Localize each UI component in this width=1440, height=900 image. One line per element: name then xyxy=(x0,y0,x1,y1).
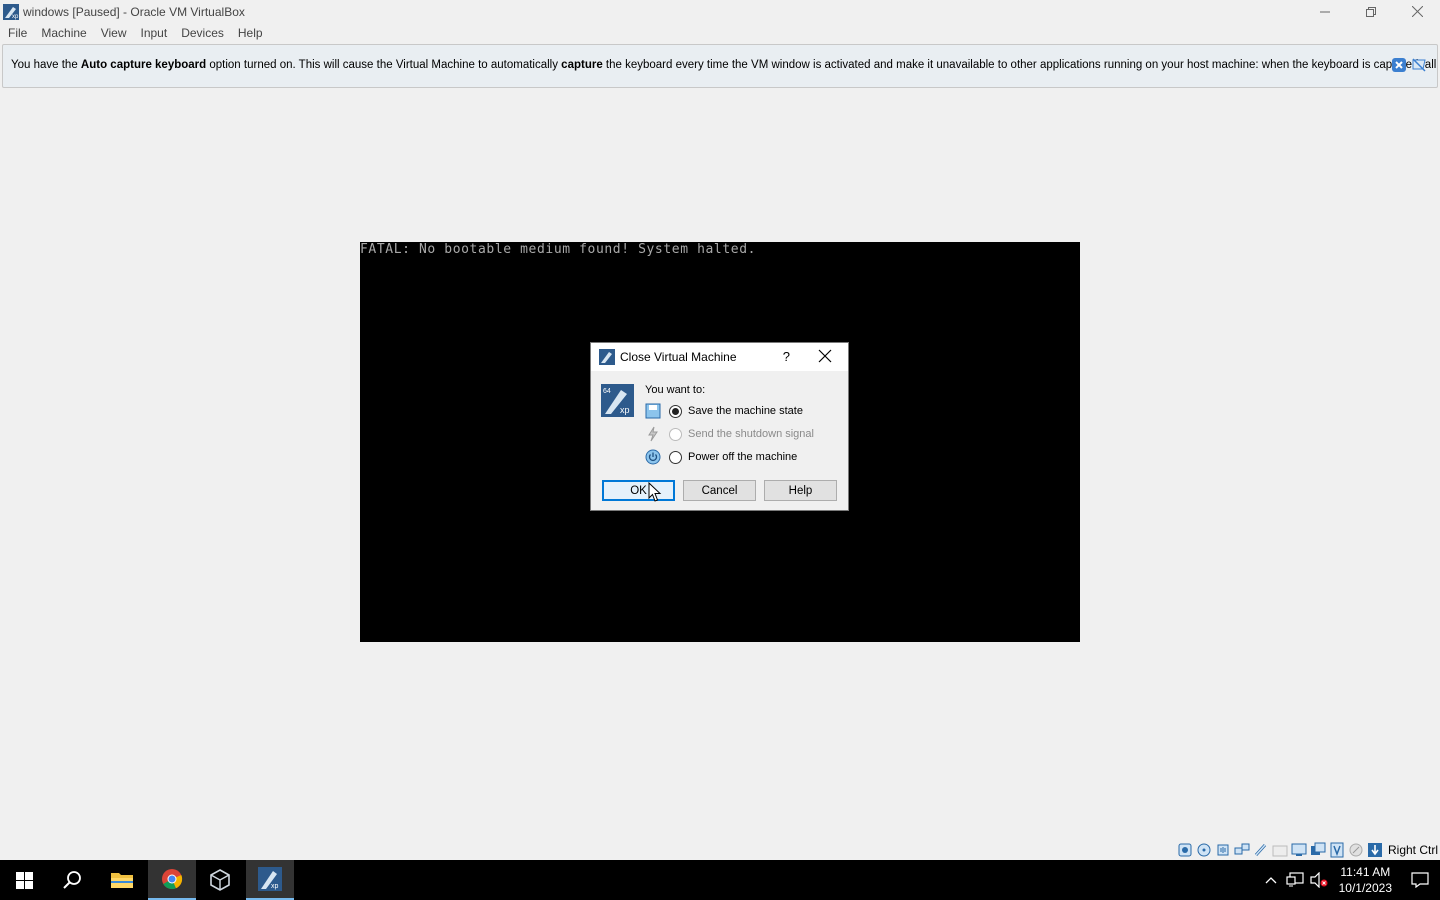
taskbar-chrome[interactable] xyxy=(148,860,196,900)
minimize-icon xyxy=(1320,11,1330,12)
dialog-title: Close Virtual Machine xyxy=(620,350,737,364)
taskbar-vm-window[interactable]: xp xyxy=(246,860,294,900)
restore-icon xyxy=(1366,6,1376,17)
taskbar-clock[interactable]: 11:41 AM 10/1/2023 xyxy=(1339,864,1392,896)
title-bar: xp windows [Paused] - Oracle VM VirtualB… xyxy=(0,0,1440,23)
mouse-cursor-icon xyxy=(648,482,662,502)
option-power-off[interactable]: Power off the machine xyxy=(645,448,797,466)
power-off-icon xyxy=(645,449,661,465)
svg-text:xp: xp xyxy=(271,883,279,890)
close-vm-dialog: Close Virtual Machine ? 64 xp You want t… xyxy=(590,342,849,511)
notification-icon xyxy=(1411,872,1429,888)
vm-status-bar: Right Ctrl xyxy=(1177,841,1438,859)
power-off-radio[interactable] xyxy=(669,450,682,464)
menu-view[interactable]: View xyxy=(94,26,134,40)
notice-text-1: You have the xyxy=(11,59,81,71)
save-state-radio[interactable] xyxy=(669,404,682,418)
dialog-close-icon[interactable] xyxy=(818,349,832,363)
windows-start-icon xyxy=(15,871,33,889)
option-save-state[interactable]: Save the machine state xyxy=(645,402,803,420)
notice-text-3: the keyboard every time the VM window is… xyxy=(602,59,1437,71)
action-center-button[interactable] xyxy=(1400,860,1440,900)
virtualbox-app-icon: xp xyxy=(3,3,19,20)
optical-drive-icon[interactable] xyxy=(1196,842,1212,858)
start-button[interactable] xyxy=(0,860,48,900)
power-off-label: Power off the machine xyxy=(688,451,798,463)
dialog-prompt: You want to: xyxy=(645,384,706,396)
network-tray-icon xyxy=(1286,872,1304,887)
file-explorer-icon xyxy=(111,873,133,888)
menu-devices[interactable]: Devices xyxy=(174,26,231,40)
shutdown-signal-radio xyxy=(669,427,682,441)
taskbar-file-explorer[interactable] xyxy=(98,860,146,900)
notice-bold-2: capture xyxy=(561,59,603,71)
network-tray-button[interactable] xyxy=(1283,860,1307,900)
boot-error-text: FATAL: No bootable medium found! System … xyxy=(360,242,757,257)
close-button[interactable] xyxy=(1394,0,1440,23)
show-hidden-icons-button[interactable] xyxy=(1259,860,1283,900)
windows-xp-vm-icon: xp xyxy=(258,867,282,891)
shared-folders-icon[interactable] xyxy=(1272,842,1288,858)
clock-date: 10/1/2023 xyxy=(1338,881,1392,895)
taskbar-virtualbox-manager[interactable] xyxy=(196,860,244,900)
system-tray: 11:41 AM 10/1/2023 xyxy=(1259,860,1440,900)
mouse-integration-icon[interactable] xyxy=(1348,842,1364,858)
chevron-up-icon xyxy=(1265,877,1277,884)
virtualization-icon[interactable] xyxy=(1329,842,1345,858)
menu-bar: File Machine View Input Devices Help xyxy=(0,23,270,43)
help-button[interactable]: Help xyxy=(764,480,837,501)
svg-text:64: 64 xyxy=(603,388,611,395)
recording-icon[interactable] xyxy=(1310,842,1326,858)
host-key-label: Right Ctrl xyxy=(1387,843,1438,857)
taskbar-search-button[interactable] xyxy=(48,860,96,900)
dialog-title-bar: Close Virtual Machine xyxy=(591,343,848,371)
minimize-button[interactable] xyxy=(1302,0,1348,23)
ok-button[interactable]: OK xyxy=(602,480,675,501)
option-shutdown-signal: Send the shutdown signal xyxy=(645,425,814,443)
virtualbox-dialog-icon xyxy=(599,349,615,365)
volume-muted-icon xyxy=(1310,872,1328,888)
notice-message: You have the Auto capture keyboard optio… xyxy=(11,59,1436,71)
usb-icon[interactable] xyxy=(1253,842,1269,858)
notice-text-2: option turned on. This will cause the Vi… xyxy=(206,59,562,71)
taskbar: xp 11:41 AM 10/1/2023 xyxy=(0,860,1440,900)
window-title: windows [Paused] - Oracle VM VirtualBox xyxy=(23,4,245,19)
menu-file[interactable]: File xyxy=(1,26,34,40)
hard-disk-icon[interactable] xyxy=(1177,842,1193,858)
shutdown-signal-label: Send the shutdown signal xyxy=(688,428,814,440)
menu-machine[interactable]: Machine xyxy=(34,26,93,40)
restore-button[interactable] xyxy=(1348,0,1394,23)
shutdown-signal-icon xyxy=(648,426,658,442)
windows-xp-64-os-icon: 64 xp xyxy=(601,384,634,417)
dialog-help-button[interactable]: ? xyxy=(783,349,790,364)
notice-bold-1: Auto capture keyboard xyxy=(80,59,207,71)
clock-time: 11:41 AM xyxy=(1340,865,1391,879)
volume-tray-button[interactable] xyxy=(1307,860,1331,900)
menu-input[interactable]: Input xyxy=(134,26,175,40)
save-state-label: Save the machine state xyxy=(688,405,803,417)
close-icon xyxy=(1411,6,1423,17)
svg-text:xp: xp xyxy=(620,405,630,415)
chrome-icon xyxy=(162,869,183,890)
search-icon xyxy=(63,871,81,889)
auto-capture-notice: You have the Auto capture keyboard optio… xyxy=(2,44,1438,88)
save-state-icon xyxy=(645,403,661,419)
host-key-icon[interactable] xyxy=(1367,842,1383,858)
virtualbox-cube-icon xyxy=(210,869,230,891)
audio-icon[interactable] xyxy=(1215,842,1231,858)
cancel-button[interactable]: Cancel xyxy=(683,480,756,501)
network-icon[interactable] xyxy=(1234,842,1250,858)
svg-text:xp: xp xyxy=(12,14,19,20)
close-notice-icon[interactable] xyxy=(1391,57,1407,73)
menu-help[interactable]: Help xyxy=(231,26,270,40)
display-icon[interactable] xyxy=(1291,842,1307,858)
do-not-show-again-icon[interactable] xyxy=(1411,57,1427,73)
